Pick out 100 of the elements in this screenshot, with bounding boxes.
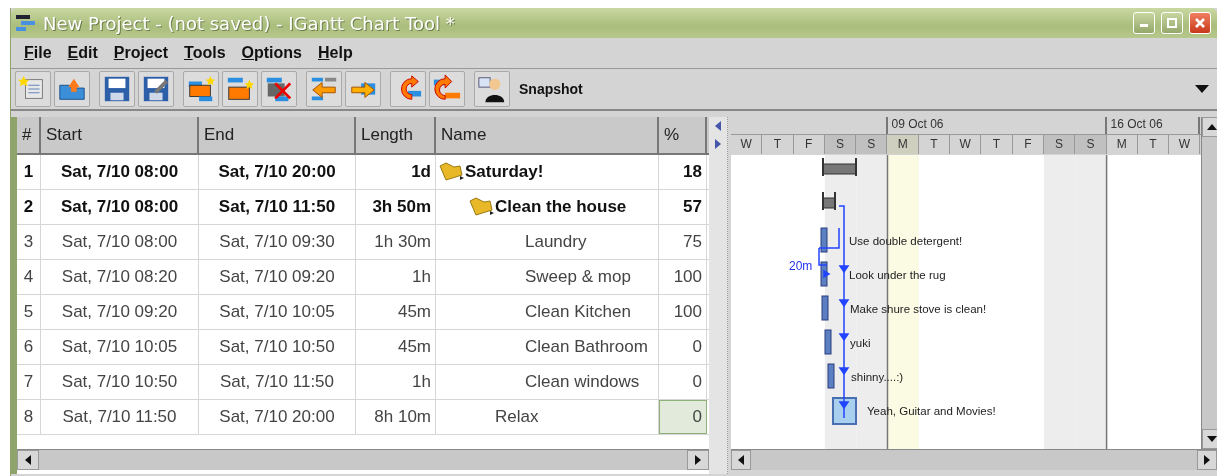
scroll-left-button[interactable] (17, 450, 39, 470)
table-cell: Sat, 7/10 10:50 (199, 330, 356, 364)
right-arrow-icon (1204, 455, 1210, 465)
task-name: Clean Kitchen (525, 302, 631, 322)
day-label: S (824, 135, 857, 154)
table-cell: 57 (659, 190, 707, 224)
day-label: S (1075, 135, 1107, 154)
day-label: W (950, 135, 982, 154)
toolbar-button[interactable] (474, 71, 510, 107)
toolbar-button[interactable] (138, 71, 174, 107)
table-cell: 1h (356, 260, 436, 294)
window-title: New Project - (not saved) - IGantt Chart Tool * (43, 12, 456, 34)
table-cell: Sat, 7/10 10:05 (199, 295, 356, 329)
table-cell: 100 (659, 295, 707, 329)
table-cell: Sat, 7/10 09:30 (199, 225, 356, 259)
table-cell: 18 (659, 155, 707, 189)
task-name: Relax (495, 407, 539, 427)
day-label: T (981, 135, 1013, 154)
table-cell: 0 (659, 330, 707, 364)
table-cell: 8h 10m (356, 400, 436, 434)
summary-bar[interactable] (822, 191, 836, 211)
menu-item[interactable]: Project (106, 42, 176, 64)
day-label: W (1169, 135, 1201, 154)
menu-item[interactable]: Options (234, 42, 309, 64)
table-cell: Sat, 7/10 09:20 (41, 295, 199, 329)
table-cell: Sat, 7/10 11:50 (199, 365, 356, 399)
down-arrow-icon (1206, 436, 1217, 442)
maximize-button[interactable] (1161, 12, 1183, 34)
task-bar[interactable] (820, 261, 828, 287)
table-cell: 3h 50m (356, 190, 436, 224)
left-arrow-icon (25, 455, 31, 465)
menu-item[interactable]: Edit (60, 42, 105, 64)
scroll-down-button[interactable] (1201, 429, 1217, 449)
task-name: Laundry (525, 232, 587, 252)
scroll-left-button[interactable] (731, 450, 751, 470)
day-label: S (1043, 135, 1076, 154)
task-note: yuki (850, 337, 871, 349)
table-cell: Sat, 7/10 08:00 (41, 225, 199, 259)
row-number: 5 (17, 295, 41, 329)
table-cell: 0 (659, 365, 707, 399)
table-cell: Sat, 7/10 11:50 (199, 190, 356, 224)
maximize-icon (1167, 18, 1177, 28)
column-header[interactable]: Start (41, 117, 199, 153)
row-number: 1 (17, 155, 41, 189)
row-number: 2 (17, 190, 41, 224)
day-label: W (731, 135, 763, 154)
column-header[interactable]: % (659, 117, 707, 153)
column-header[interactable]: Length (356, 117, 436, 153)
row-number: 3 (17, 225, 41, 259)
table-cell: Sat, 7/10 10:50 (41, 365, 199, 399)
lag-label: 20m (789, 259, 813, 273)
toolbar-button[interactable] (183, 71, 219, 107)
task-name: Clean Bathroom (525, 337, 648, 357)
summary-bar[interactable] (822, 157, 857, 177)
floppy-pen-icon (141, 74, 171, 104)
table-cell: 1h 30m (356, 225, 436, 259)
column-header[interactable]: End (199, 117, 356, 153)
table-cell: 45m (356, 330, 436, 364)
table-cell: Sat, 7/10 08:00 (41, 190, 199, 224)
task-bar[interactable] (832, 397, 857, 425)
task-bar[interactable] (820, 227, 828, 253)
day-label: T (762, 135, 794, 154)
up-arrow-icon (1206, 124, 1217, 130)
column-header[interactable]: Name (436, 117, 659, 153)
scroll-up-button[interactable] (1201, 117, 1217, 137)
table-cell: 100 (659, 260, 707, 294)
menu-item[interactable]: Tools (177, 42, 233, 64)
dropdown-arrow-icon (1195, 85, 1209, 93)
table-cell: 0 (659, 400, 707, 434)
scroll-right-button[interactable] (1197, 450, 1217, 470)
left-arrow-icon[interactable] (715, 121, 721, 131)
folder-star-icon (186, 74, 216, 104)
column-header[interactable]: # (17, 117, 41, 153)
right-arrow-icon (695, 455, 701, 465)
minimize-button[interactable] (1133, 12, 1155, 34)
day-label: M (887, 135, 919, 154)
table-cell: Sat, 7/10 20:00 (199, 400, 356, 434)
app-icon (15, 14, 37, 32)
table-cell: 1d (356, 155, 436, 189)
day-label: T (918, 135, 951, 154)
day-label: F (1012, 135, 1044, 154)
scroll-right-button[interactable] (687, 450, 709, 470)
day-label: M (1106, 135, 1138, 154)
menu-item[interactable]: Help (311, 42, 360, 64)
table-cell: Sat, 7/10 08:00 (41, 155, 199, 189)
table-cell: 75 (659, 225, 707, 259)
task-name: Clean windows (525, 372, 640, 392)
table-cell: 1h (356, 365, 436, 399)
right-arrow-icon[interactable] (715, 139, 721, 149)
toolbar-button[interactable] (99, 71, 135, 107)
day-label: F (793, 135, 825, 154)
row-number: 8 (17, 400, 41, 434)
task-name: Clean the house (495, 197, 627, 217)
close-button[interactable] (1189, 12, 1211, 34)
row-number: 4 (17, 260, 41, 294)
table-cell: Sat, 7/10 11:50 (41, 400, 199, 434)
table-cell: Sat, 7/10 20:00 (199, 155, 356, 189)
menu-item[interactable]: File (17, 42, 59, 64)
close-icon (1195, 18, 1205, 28)
day-label: S (856, 135, 888, 154)
